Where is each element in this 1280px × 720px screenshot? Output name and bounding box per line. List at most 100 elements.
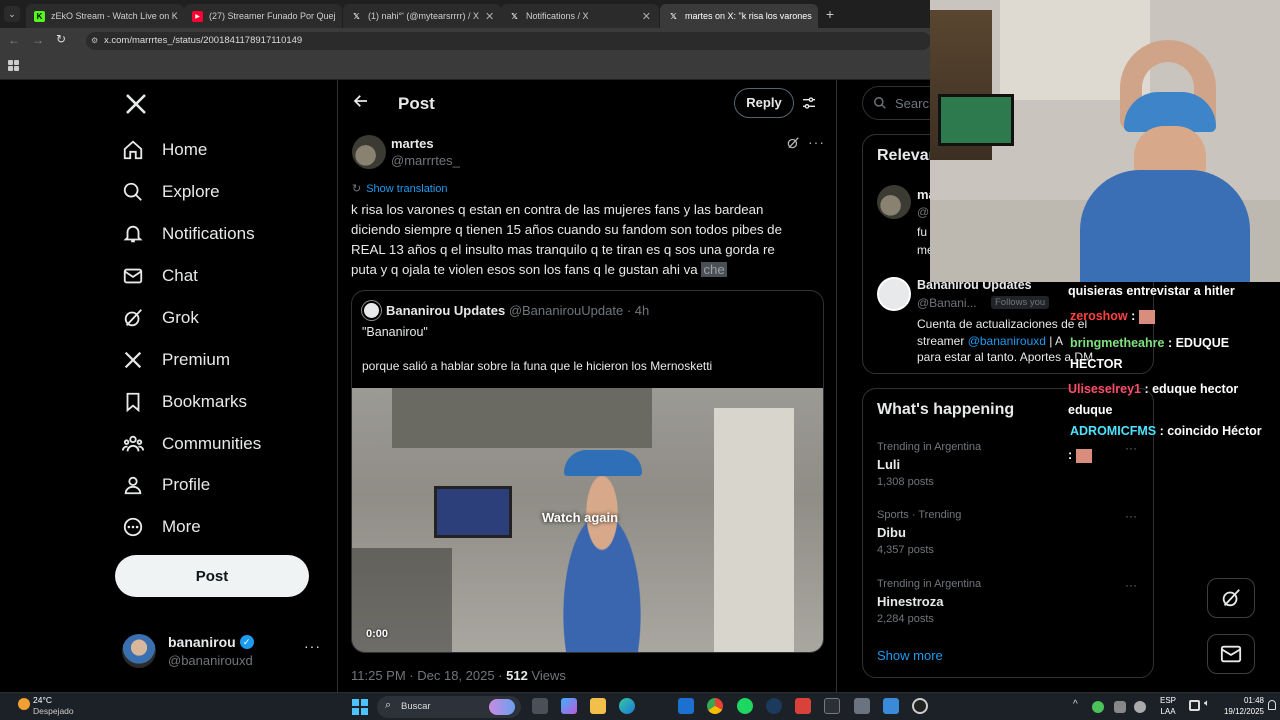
spotify-icon[interactable] xyxy=(737,698,753,714)
close-tab-icon[interactable]: ✕ xyxy=(642,10,651,23)
tray-icon[interactable] xyxy=(1134,701,1146,713)
edge-icon[interactable] xyxy=(619,698,635,714)
grok-float-button[interactable] xyxy=(1207,578,1255,618)
url-input[interactable]: ⚙ x.com/marrrtes_/status/200184117891711… xyxy=(86,32,931,50)
tray-icon[interactable] xyxy=(1114,701,1126,713)
account-name: bananirou xyxy=(168,634,236,650)
apps-grid-icon[interactable] xyxy=(8,60,19,71)
new-tab-button[interactable]: + xyxy=(822,6,838,22)
chrome-icon[interactable] xyxy=(707,698,723,714)
nav-item-chat[interactable]: Chat xyxy=(122,258,198,294)
notification-bell-icon[interactable] xyxy=(1268,700,1276,710)
obs-icon[interactable] xyxy=(912,698,928,714)
post-timestamp[interactable]: 11:25 PM · Dec 18, 2025 · xyxy=(351,668,503,683)
tab-list-button[interactable]: ⌄ xyxy=(4,6,20,22)
nav-item-communities[interactable]: Communities xyxy=(122,426,261,462)
author-name[interactable]: martes xyxy=(391,136,434,151)
tray-icon[interactable] xyxy=(1092,701,1104,713)
more-dots-icon[interactable]: ··· xyxy=(808,134,825,150)
show-translation-link[interactable]: ↻ Show translation xyxy=(352,182,448,196)
video-player[interactable]: Watch again 0:00 xyxy=(352,388,823,652)
translate-icon: ↻ xyxy=(352,183,362,195)
more-dots-icon[interactable]: ··· xyxy=(1125,578,1137,592)
grok-icon[interactable] xyxy=(786,136,800,155)
follows-you-badge: Follows you xyxy=(991,296,1050,309)
messages-float-button[interactable] xyxy=(1207,634,1255,674)
site-info-icon[interactable]: ⚙ xyxy=(91,32,98,50)
weather-widget[interactable]: 24°C Despejado xyxy=(14,694,94,720)
task-view-icon[interactable] xyxy=(532,698,548,714)
post-button[interactable]: Post xyxy=(115,555,309,597)
video-door xyxy=(714,408,794,652)
youtube-icon: ▶ xyxy=(192,10,203,22)
envelope-icon xyxy=(1220,645,1242,663)
browser-tab[interactable]: K zEkO Stream - Watch Live on K ✕ xyxy=(26,4,184,28)
search-icon: ⌕ xyxy=(385,699,392,711)
chat-message: : xyxy=(1068,448,1092,463)
nav-item-grok[interactable]: Grok xyxy=(122,300,199,336)
show-more-link[interactable]: Show more xyxy=(877,648,943,663)
windows-taskbar: 24°C Despejado ⌕ Buscar ^ ESP LAA 🔈︎ 01:… xyxy=(0,692,1280,720)
browser-tab-active[interactable]: 𝕏 martes on X: "k risa los varones ✕ xyxy=(660,4,818,28)
column-divider xyxy=(836,80,837,692)
envelope-icon xyxy=(123,268,143,284)
author-handle[interactable]: @marrrtes_ xyxy=(391,153,460,168)
chat-username: ADROMICFMS xyxy=(1070,424,1157,438)
sliders-icon[interactable] xyxy=(801,95,817,116)
chat-message: quisieras entrevistar a hitler xyxy=(1068,284,1235,298)
browser-tab[interactable]: ▶ (27) Streamer Funado Por Quej ✕ xyxy=(184,4,342,28)
person-avatar[interactable] xyxy=(877,277,911,311)
forward-icon[interactable]: → xyxy=(32,33,44,47)
account-handle: @bananirouxd xyxy=(168,653,253,668)
network-icon[interactable] xyxy=(1189,700,1200,711)
trend-item[interactable]: Sports · Trending Dibu 4,357 posts ··· xyxy=(877,509,1145,559)
person-handle: @Banani... xyxy=(917,296,977,310)
chevron-up-icon[interactable]: ^ xyxy=(1073,699,1078,710)
account-switcher[interactable]: bananirou ✓ @bananirouxd ··· xyxy=(122,632,332,672)
quote-avatar xyxy=(362,301,381,320)
nav-item-bookmarks[interactable]: Bookmarks xyxy=(122,384,247,420)
nav-item-home[interactable]: Home xyxy=(122,132,207,168)
person-avatar[interactable] xyxy=(877,185,911,219)
clock[interactable]: 01:48 19/12/2025 xyxy=(1222,695,1264,717)
start-icon[interactable] xyxy=(352,699,368,715)
nav-item-profile[interactable]: Profile xyxy=(122,467,210,503)
more-dots-icon[interactable]: ··· xyxy=(304,638,321,654)
reply-button[interactable]: Reply xyxy=(734,88,794,118)
volume-icon[interactable]: 🔈︎ xyxy=(1204,698,1210,709)
app-icon[interactable] xyxy=(795,698,811,714)
nav-item-premium[interactable]: Premium xyxy=(122,342,230,378)
watch-again-button[interactable]: Watch again xyxy=(542,510,618,525)
copilot-icon[interactable] xyxy=(561,698,577,714)
file-explorer-icon[interactable] xyxy=(590,698,606,714)
quoted-post[interactable]: Bananirou Updates @BananirouUpdate · 4h … xyxy=(351,290,824,653)
taskbar-search[interactable]: ⌕ Buscar xyxy=(377,696,521,718)
steam-icon[interactable] xyxy=(766,698,782,714)
browser-tab[interactable]: 𝕏 (1) nahi°' (@mytearsrrrr) / X ✕ xyxy=(343,4,501,28)
x-logo-icon[interactable] xyxy=(124,92,148,121)
nav-item-explore[interactable]: Explore xyxy=(122,174,220,210)
quote-author-name: Bananirou Updates xyxy=(386,303,506,318)
nav-item-notifications[interactable]: Notifications xyxy=(122,216,255,252)
video-cap xyxy=(564,450,642,476)
nav-item-more[interactable]: More xyxy=(122,509,201,545)
close-tab-icon[interactable]: ✕ xyxy=(485,10,494,23)
video-monitor xyxy=(434,486,512,538)
browser-tab[interactable]: 𝕏 Notifications / X ✕ xyxy=(501,4,659,28)
reload-icon[interactable]: ↻ xyxy=(56,32,66,46)
app-icon[interactable] xyxy=(854,698,870,714)
app-icon[interactable] xyxy=(824,698,840,714)
back-icon[interactable]: ← xyxy=(8,33,20,47)
back-arrow-icon[interactable] xyxy=(352,92,370,115)
post-meta: 11:25 PM · Dec 18, 2025 · 512 Views xyxy=(351,668,566,683)
bookmark-icon xyxy=(126,392,140,413)
post-text: k risa los varones q estan en contra de … xyxy=(351,202,782,277)
mention-link[interactable]: @bananirouxd xyxy=(968,334,1046,348)
outlook-icon[interactable] xyxy=(678,698,694,714)
author-avatar[interactable] xyxy=(352,135,386,169)
app-icon[interactable] xyxy=(883,698,899,714)
trend-item[interactable]: Trending in Argentina Hinestroza 2,284 p… xyxy=(877,578,1145,628)
post-detail-column: Post Reply martes @marrrtes_ ··· ↻ Show … xyxy=(338,80,836,692)
language-indicator[interactable]: ESP LAA xyxy=(1160,695,1176,717)
more-dots-icon[interactable]: ··· xyxy=(1125,509,1137,523)
